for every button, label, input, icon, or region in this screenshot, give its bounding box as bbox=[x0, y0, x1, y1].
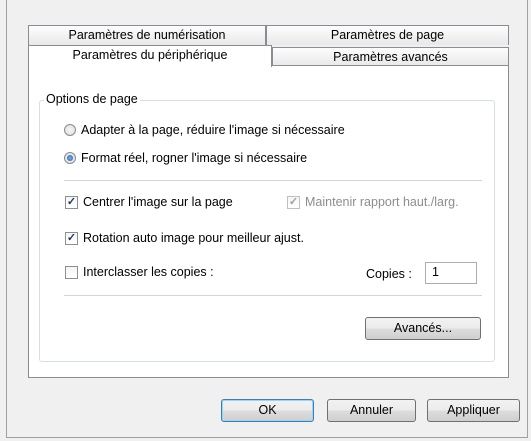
copies-label-text: Copies : bbox=[366, 267, 412, 281]
fit-page-option[interactable]: Adapter à la page, réduire l'image si né… bbox=[64, 123, 345, 137]
center-image-label: Centrer l'image sur la page bbox=[83, 195, 233, 209]
actual-size-label: Format réel, rogner l'image si nécessair… bbox=[81, 151, 308, 165]
tab-advanced-settings[interactable]: Paramètres avancés bbox=[272, 47, 509, 66]
actual-size-option[interactable]: Format réel, rogner l'image si nécessair… bbox=[64, 151, 307, 165]
cancel-button[interactable]: Annuler bbox=[327, 399, 416, 422]
auto-rotate-option[interactable]: ✓ Rotation auto image pour meilleur ajus… bbox=[65, 231, 304, 245]
collate-label: Interclasser les copies : bbox=[83, 265, 214, 279]
copies-label: Copies : bbox=[366, 267, 412, 281]
apply-button[interactable]: Appliquer bbox=[427, 399, 520, 422]
separator bbox=[64, 295, 482, 296]
copies-input[interactable]: 1 bbox=[425, 262, 477, 284]
radio-fit-page[interactable] bbox=[64, 124, 76, 136]
tab-panel: Options de page Adapter à la page, rédui… bbox=[28, 65, 509, 378]
auto-rotate-label: Rotation auto image pour meilleur ajust. bbox=[83, 231, 304, 245]
tab-page-settings[interactable]: Paramètres de page bbox=[266, 25, 509, 45]
advanced-button[interactable]: Avancés... bbox=[365, 317, 481, 340]
center-image-option[interactable]: ✓ Centrer l'image sur la page bbox=[65, 195, 233, 209]
keep-ratio-option: ✓ Maintenir rapport haut./larg. bbox=[287, 195, 459, 209]
checkbox-center-image[interactable]: ✓ bbox=[65, 195, 78, 209]
checkbox-collate[interactable] bbox=[65, 265, 78, 279]
fit-page-label: Adapter à la page, réduire l'image si né… bbox=[81, 123, 345, 137]
keep-ratio-label: Maintenir rapport haut./larg. bbox=[305, 195, 459, 209]
tab-scan-settings[interactable]: Paramètres de numérisation bbox=[28, 25, 266, 45]
group-title: Options de page bbox=[44, 92, 140, 106]
checkbox-keep-ratio: ✓ bbox=[287, 195, 300, 209]
tab-device-settings[interactable]: Paramètres du périphérique bbox=[28, 45, 272, 67]
radio-actual-size[interactable] bbox=[64, 152, 76, 164]
separator bbox=[64, 180, 482, 181]
collate-option[interactable]: Interclasser les copies : bbox=[65, 265, 214, 279]
ok-button[interactable]: OK bbox=[221, 399, 314, 422]
checkbox-auto-rotate[interactable]: ✓ bbox=[65, 231, 78, 245]
